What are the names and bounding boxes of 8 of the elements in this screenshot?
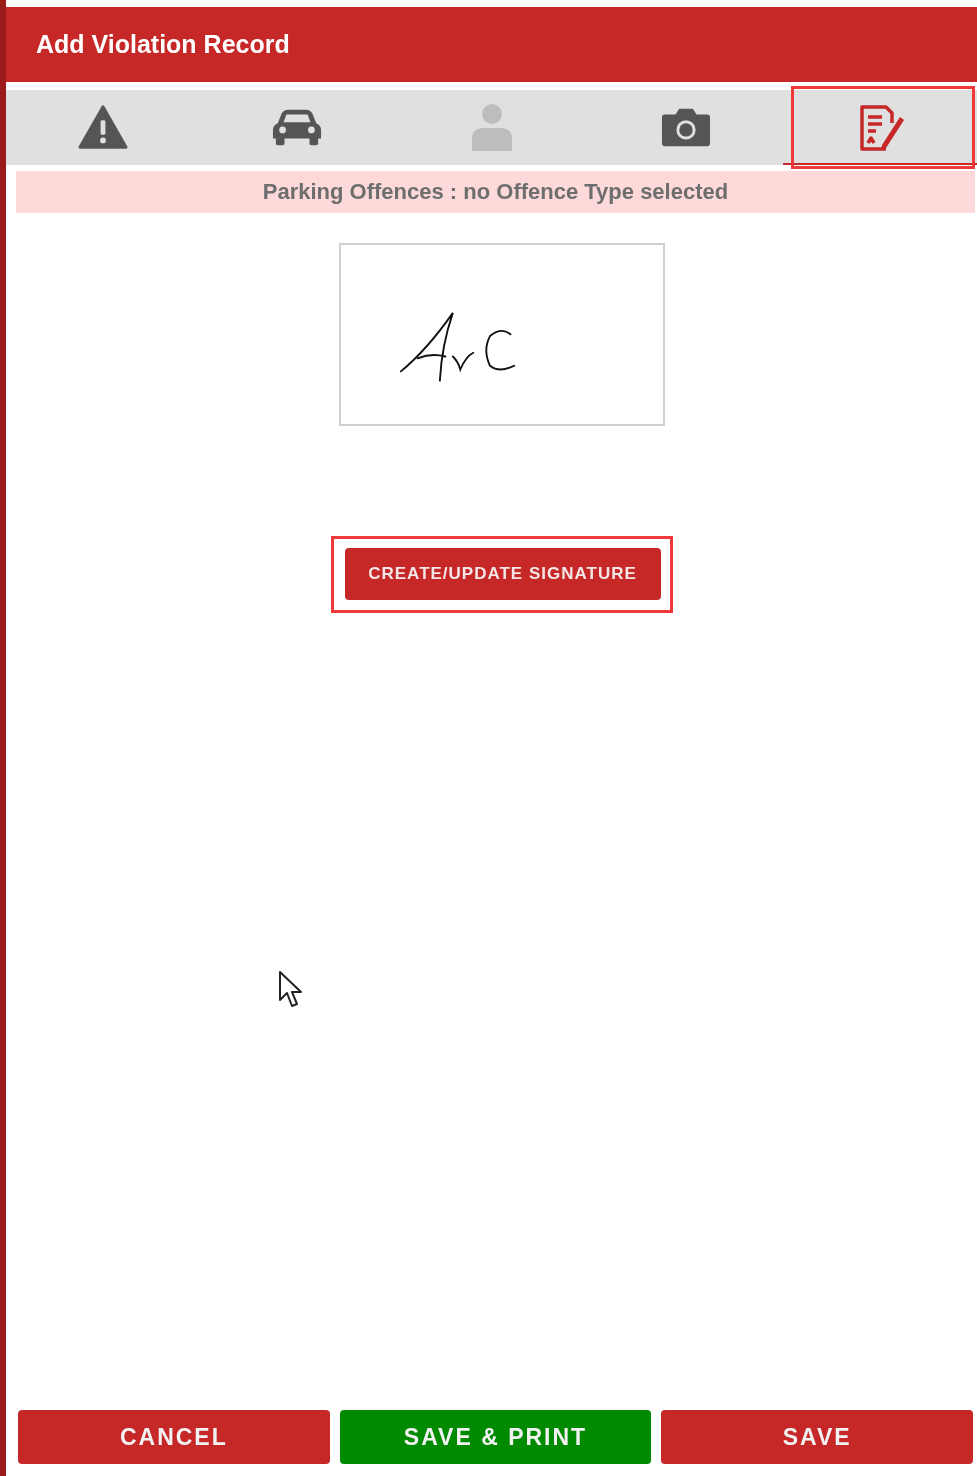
save-and-print-button[interactable]: SAVE & PRINT xyxy=(339,1410,652,1464)
create-update-signature-button[interactable]: CREATE/UPDATE SIGNATURE xyxy=(344,548,661,600)
cancel-button[interactable]: CANCEL xyxy=(18,1410,330,1464)
mouse-pointer-icon xyxy=(278,970,304,1010)
window-title: Add Violation Record xyxy=(36,30,290,59)
save-button[interactable]: SAVE xyxy=(661,1410,973,1464)
warning-icon xyxy=(78,102,129,151)
offence-message: Parking Offences : no Offence Type selected xyxy=(262,179,729,205)
